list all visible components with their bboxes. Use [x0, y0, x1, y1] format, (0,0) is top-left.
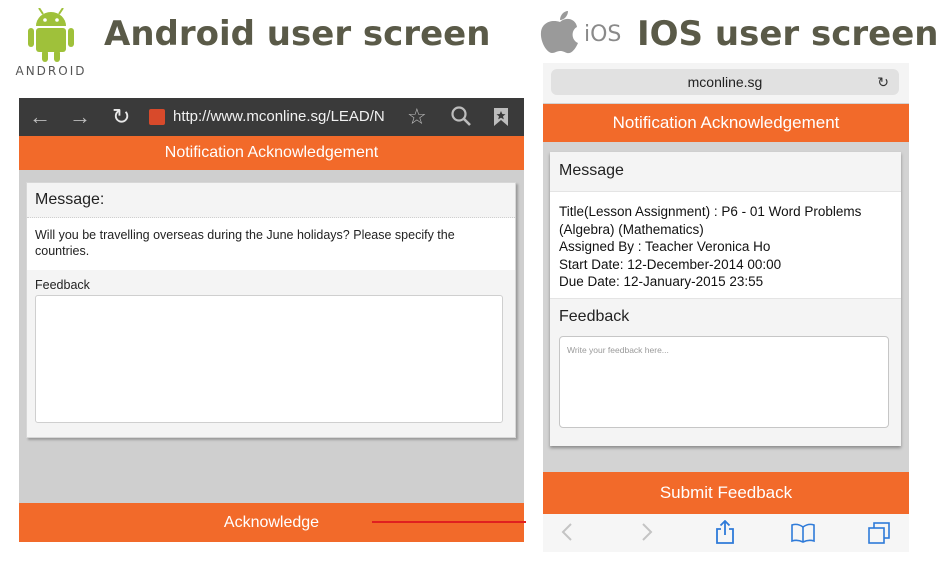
ios-feedback-label: Feedback — [559, 308, 630, 325]
ios-logo-text: iOS — [584, 22, 622, 47]
forward-chevron-icon[interactable] — [641, 522, 653, 542]
android-feedback-textarea[interactable] — [35, 295, 503, 423]
ios-logo: iOS — [540, 10, 625, 56]
share-icon[interactable] — [715, 520, 735, 544]
forward-arrow-icon[interactable]: → — [69, 105, 91, 129]
android-message-text: Will you be travelling overseas during t… — [35, 228, 455, 258]
back-chevron-icon[interactable] — [561, 522, 573, 542]
search-icon[interactable] — [450, 105, 472, 132]
ios-browser-bar: mconline.sg ↻ — [543, 63, 909, 103]
ios-notification-card: Message Title(Lesson Assignment) : P6 - … — [550, 152, 901, 446]
star-icon[interactable]: ☆ — [407, 105, 427, 129]
android-robot-icon — [28, 7, 74, 62]
submit-feedback-button[interactable]: Submit Feedback — [543, 472, 909, 514]
android-feedback-label: Feedback — [35, 278, 90, 292]
assigned-by: Assigned By : Teacher Veronica Ho — [559, 239, 771, 254]
android-page-header: Notification Acknowledgement — [19, 136, 524, 170]
reload-icon[interactable]: ↻ — [877, 69, 889, 95]
back-arrow-icon[interactable]: ← — [29, 105, 51, 129]
ios-section-title: IOS user screen — [637, 14, 939, 54]
ios-safari-toolbar — [543, 514, 909, 552]
assignment-title: Title(Lesson Assignment) : P6 - 01 Word … — [559, 204, 862, 237]
android-section-title: Android user screen — [104, 14, 491, 54]
ios-message-label: Message — [559, 162, 624, 179]
apple-icon — [540, 11, 578, 54]
ios-message-details: Title(Lesson Assignment) : P6 - 01 Word … — [559, 203, 894, 291]
highlight-line — [372, 521, 526, 523]
ios-url-field[interactable]: mconline.sg ↻ — [551, 69, 899, 95]
ios-page-header: Notification Acknowledgement — [543, 104, 909, 142]
android-message-box: Will you be travelling overseas during t… — [27, 218, 515, 270]
android-wordmark: ANDROID — [15, 64, 87, 78]
android-message-label: Message: — [35, 191, 105, 208]
android-notification-card: Message: Will you be travelling overseas… — [26, 182, 516, 438]
reload-icon[interactable]: ↻ — [112, 105, 130, 129]
favicon-icon — [149, 109, 165, 125]
android-url-field[interactable]: http://www.mconline.sg/LEAD/N — [173, 108, 385, 125]
ios-screen: mconline.sg ↻ Notification Acknowledgeme… — [543, 63, 909, 552]
android-logo: ANDROID — [12, 7, 90, 82]
due-date: Due Date: 12-January-2015 23:55 — [559, 274, 764, 289]
android-screen: ← → ↻ http://www.mconline.sg/LEAD/N ☆ No… — [19, 98, 524, 542]
feedback-placeholder: Write your feedback here... — [567, 345, 669, 355]
ios-url-text: mconline.sg — [687, 74, 763, 90]
ios-feedback-textarea[interactable]: Write your feedback here... — [559, 336, 889, 428]
android-browser-bar: ← → ↻ http://www.mconline.sg/LEAD/N ☆ — [19, 98, 524, 136]
bookmarks-book-icon[interactable] — [791, 523, 815, 543]
bookmark-icon[interactable] — [493, 107, 509, 132]
tabs-icon[interactable] — [868, 522, 890, 544]
ios-message-box: Title(Lesson Assignment) : P6 - 01 Word … — [550, 191, 901, 299]
start-date: Start Date: 12-December-2014 00:00 — [559, 256, 782, 272]
